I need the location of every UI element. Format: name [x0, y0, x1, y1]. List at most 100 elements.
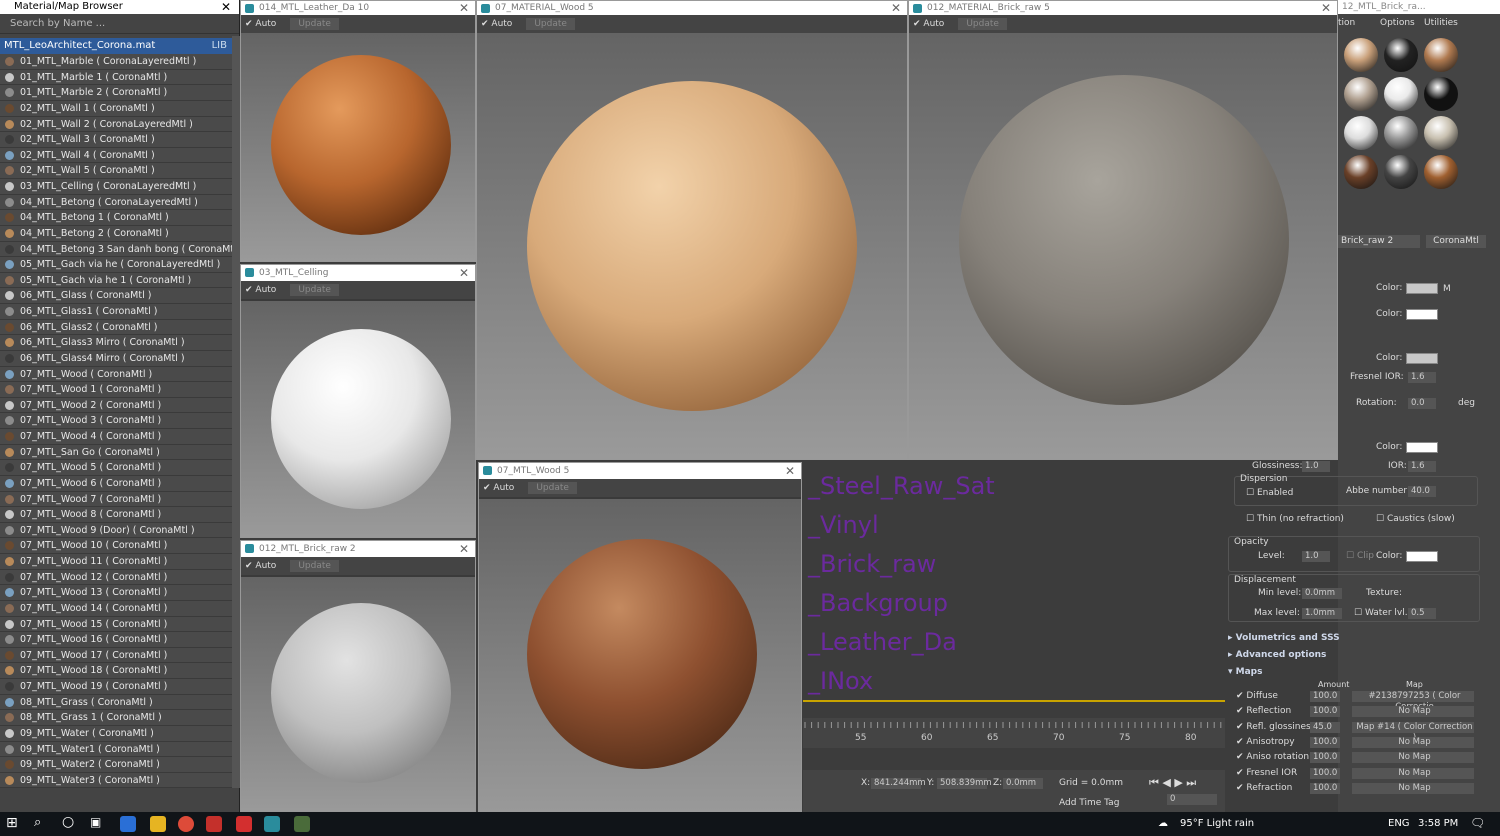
map-row[interactable]: ✔ Fresnel IOR 100.0 No Map	[1228, 767, 1480, 781]
list-item[interactable]: 09_MTL_Water1 ( CoronaMtl )	[0, 741, 232, 758]
update-button[interactable]: Update	[528, 482, 577, 494]
color-swatch[interactable]	[1406, 353, 1438, 364]
abbe-spinner[interactable]: 40.0	[1408, 486, 1436, 497]
map-row[interactable]: ✔ Diffuse100.0#2138797253 ( Color Correc…	[1228, 690, 1480, 712]
search-icon[interactable]: ⌕	[34, 815, 41, 830]
glossiness-spinner[interactable]: 1.0	[1302, 461, 1330, 472]
preview-window-wood-large[interactable]: 07_MATERIAL_Wood 5 ✕ ✔ Auto Update	[476, 0, 908, 460]
list-item[interactable]: 07_MTL_Wood 17 ( CoronaMtl )	[0, 647, 232, 664]
clock[interactable]: 3:58 PM	[1418, 818, 1458, 829]
update-button[interactable]: Update	[290, 284, 339, 296]
opacity-level-spinner[interactable]: 1.0	[1302, 551, 1330, 562]
windows-start-icon[interactable]: ⊞	[6, 815, 18, 831]
sample-slot[interactable]	[1384, 38, 1418, 72]
close-icon[interactable]: ✕	[1321, 1, 1331, 15]
list-item[interactable]: 07_MTL_Wood 7 ( CoronaMtl )	[0, 491, 232, 508]
advanced-rollout[interactable]: ▸ Advanced options	[1228, 650, 1326, 660]
close-icon[interactable]: ✕	[891, 1, 901, 15]
max-level-spinner[interactable]: 1.0mm	[1302, 608, 1342, 619]
update-button[interactable]: Update	[290, 560, 339, 572]
library-header[interactable]: MTL_LeoArchitect_Corona.mat LIB	[0, 38, 239, 54]
menu-item[interactable]: Options	[1380, 18, 1415, 28]
preview-window-wood-dark[interactable]: 07_MTL_Wood 5 ✕ ✔ Auto Update	[478, 462, 802, 818]
preview-window-celling[interactable]: 03_MTL_Celling ✕ ✔ Auto Update	[240, 264, 476, 538]
map-amount-spinner[interactable]: 100.0	[1310, 736, 1340, 748]
map-amount-spinner[interactable]: 100.0	[1310, 767, 1340, 779]
timeline[interactable]: 55 60 65 70 75 80	[803, 718, 1225, 748]
list-item[interactable]: 07_MTL_Wood 16 ( CoronaMtl )	[0, 632, 232, 648]
list-item[interactable]: 07_MTL_Wood 10 ( CoronaMtl )	[0, 538, 232, 554]
list-item[interactable]: 07_MTL_Wood 9 (Door) ( CoronaMtl )	[0, 522, 232, 539]
sample-slot[interactable]	[1384, 116, 1418, 150]
map-row[interactable]: ✔ Refl. glossiness 45.0 Map #14 ( Color Co…	[1228, 721, 1480, 743]
list-item[interactable]: 01_MTL_Marble ( CoronaLayeredMtl )	[0, 54, 232, 70]
list-item[interactable]: 09_MTL_Water3 ( CoronaMtl )	[0, 772, 232, 789]
playback-controls[interactable]: ⏮ ◀ ▶ ⏭	[1149, 776, 1196, 790]
update-button[interactable]: Update	[526, 18, 575, 30]
map-row[interactable]: ✔ Refraction 100.0 No Map	[1228, 782, 1480, 796]
app-icon[interactable]	[294, 816, 310, 832]
map-amount-spinner[interactable]: 45.0	[1310, 721, 1340, 733]
list-item[interactable]: 02_MTL_Wall 2 ( CoronaLayeredMtl )	[0, 116, 232, 133]
ior-spinner[interactable]: 1.6	[1408, 461, 1436, 472]
map-amount-spinner[interactable]: 100.0	[1310, 752, 1340, 764]
close-icon[interactable]: ✕	[459, 1, 469, 15]
list-item[interactable]: 05_MTL_Gach via he ( CoronaLayeredMtl )	[0, 257, 232, 273]
list-item[interactable]: 07_MTL_Wood 15 ( CoronaMtl )	[0, 616, 232, 633]
color-swatch[interactable]	[1406, 442, 1438, 453]
auto-checkbox[interactable]: ✔ Auto	[483, 483, 514, 493]
list-item[interactable]: 07_MTL_Wood 19 ( CoronaMtl )	[0, 679, 232, 695]
list-item[interactable]: 09_MTL_Water2 ( CoronaMtl )	[0, 757, 232, 773]
maps-rollout[interactable]: ▾ Maps	[1228, 667, 1263, 677]
list-item[interactable]: 07_MTL_Wood 5 ( CoronaMtl )	[0, 460, 232, 476]
list-item[interactable]: 07_MTL_Wood 11 ( CoronaMtl )	[0, 554, 232, 570]
sample-slots[interactable]	[1338, 34, 1462, 192]
auto-checkbox[interactable]: ✔ Auto	[481, 19, 512, 29]
update-button[interactable]: Update	[958, 18, 1007, 30]
list-item[interactable]: 06_MTL_Glass1 ( CoronaMtl )	[0, 304, 232, 320]
close-icon[interactable]: ✕	[459, 541, 469, 557]
auto-checkbox[interactable]: ✔ Auto	[245, 561, 276, 571]
list-item[interactable]: 07_MTL_Wood 8 ( CoronaMtl )	[0, 507, 232, 523]
fresnel-ior-spinner[interactable]: 1.6	[1408, 372, 1436, 383]
outlook-icon[interactable]	[120, 816, 136, 832]
list-item[interactable]: 01_MTL_Marble 1 ( CoronaMtl )	[0, 69, 232, 86]
map-slot-button[interactable]: No Map	[1352, 736, 1474, 748]
map-slot-button[interactable]: No Map	[1352, 782, 1474, 794]
map-amount-spinner[interactable]: 100.0	[1310, 782, 1340, 794]
cortana-icon[interactable]: ○	[62, 814, 74, 830]
list-item[interactable]: 04_MTL_Betong 2 ( CoronaMtl )	[0, 225, 232, 242]
list-item[interactable]: 07_MTL_San Go ( CoronaMtl )	[0, 444, 232, 461]
sample-slot[interactable]	[1384, 77, 1418, 111]
map-slot-button[interactable]: No Map	[1352, 767, 1474, 779]
thin-checkbox[interactable]: ☐ Thin (no refraction)	[1246, 514, 1344, 524]
language-indicator[interactable]: ENG	[1388, 818, 1410, 829]
color-swatch[interactable]	[1406, 551, 1438, 562]
sample-slot[interactable]	[1424, 155, 1458, 189]
auto-checkbox[interactable]: ✔ Auto	[245, 285, 276, 295]
close-icon[interactable]: ✕	[221, 0, 231, 14]
notifications-icon[interactable]: 🗨	[1470, 816, 1485, 830]
list-item[interactable]: 08_MTL_Grass ( CoronaMtl )	[0, 694, 232, 711]
list-item[interactable]: 01_MTL_Marble 2 ( CoronaMtl )	[0, 85, 232, 101]
water-level-checkbox[interactable]: ☐ Water lvl.:	[1354, 608, 1411, 618]
y-coordinate[interactable]: 508.839mm	[937, 778, 992, 789]
clip-checkbox[interactable]: ☐ Clip	[1346, 551, 1374, 561]
color-swatch[interactable]	[1406, 309, 1438, 320]
weather-text[interactable]: 95°F Light rain	[1180, 818, 1254, 829]
material-type-button[interactable]: CoronaMtl	[1426, 235, 1486, 248]
list-item[interactable]: 04_MTL_Betong 3 San danh bong ( CoronaMt…	[0, 241, 232, 258]
min-level-spinner[interactable]: 0.0mm	[1302, 588, 1342, 599]
list-item[interactable]: 02_MTL_Wall 4 ( CoronaMtl )	[0, 147, 232, 164]
volumetrics-rollout[interactable]: ▸ Volumetrics and SSS	[1228, 633, 1340, 643]
list-item[interactable]: 02_MTL_Wall 1 ( CoronaMtl )	[0, 100, 232, 117]
list-item[interactable]: 06_MTL_Glass4 Mirro ( CoronaMtl )	[0, 350, 232, 367]
sample-slot[interactable]	[1384, 155, 1418, 189]
list-item[interactable]: 07_MTL_Wood 1 ( CoronaMtl )	[0, 382, 232, 398]
sample-slot[interactable]	[1344, 155, 1378, 189]
list-item[interactable]: 02_MTL_Wall 3 ( CoronaMtl )	[0, 132, 232, 148]
search-input[interactable]: Search by Name ...	[0, 14, 239, 34]
auto-checkbox[interactable]: ✔ Auto	[245, 19, 276, 29]
list-item[interactable]: 07_MTL_Wood 14 ( CoronaMtl )	[0, 600, 232, 617]
map-slot-button[interactable]: No Map	[1352, 706, 1474, 718]
